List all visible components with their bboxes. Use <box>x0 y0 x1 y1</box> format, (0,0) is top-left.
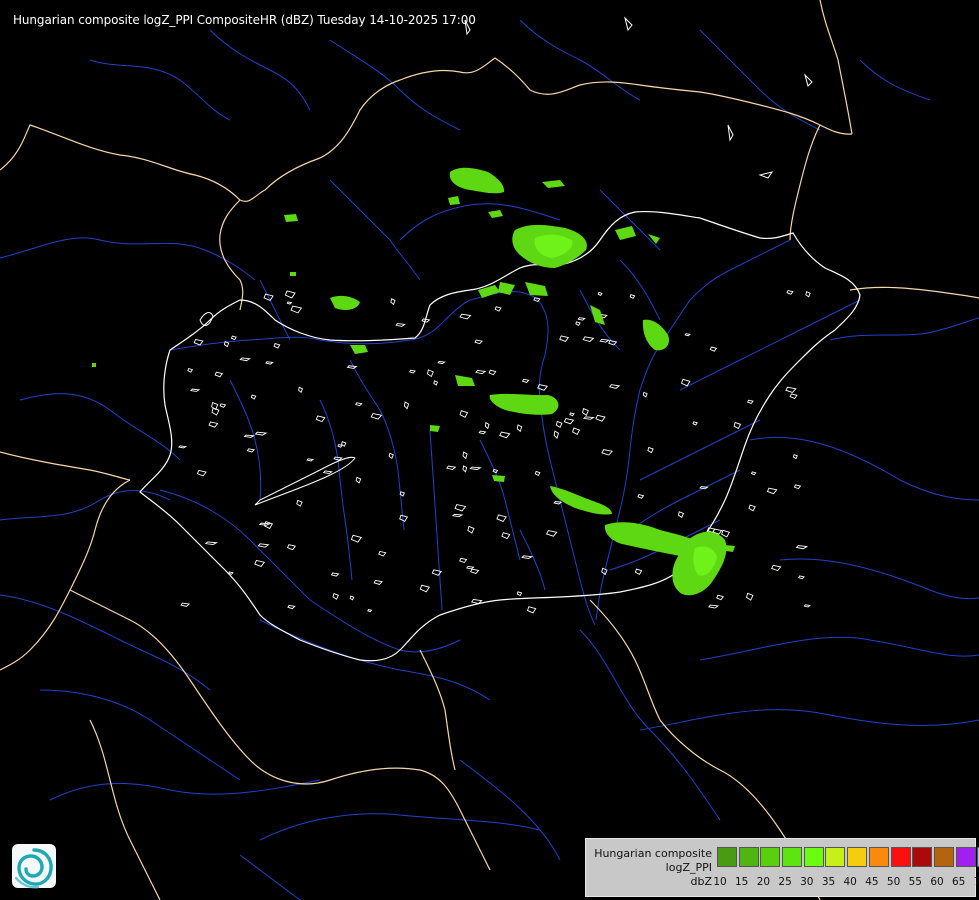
legend-color-scale <box>717 847 979 867</box>
legend-line-product: Hungarian composite <box>594 847 712 860</box>
legend-tick-label: 20 <box>756 876 771 888</box>
legend-tick-label: 60 <box>930 876 944 888</box>
legend-tick-label: 55 <box>908 876 922 888</box>
legend-tick-label: 35 <box>821 876 836 888</box>
legend-swatch <box>738 847 759 867</box>
echo-cell <box>92 363 96 367</box>
legend-tick-label: 65 <box>952 876 966 888</box>
echo-cell <box>284 214 298 222</box>
legend-swatch <box>912 847 933 867</box>
legend-tick-label: 25 <box>778 876 792 888</box>
legend-tick-label: 50 <box>886 876 901 888</box>
legend-line-field: logZ_PPI <box>665 861 712 874</box>
radar-map[interactable] <box>0 0 979 900</box>
legend-swatch <box>890 847 911 867</box>
echo-cell <box>290 272 296 276</box>
map-title: Hungarian composite logZ_PPI CompositeHR… <box>13 13 476 27</box>
legend-tick-label: 45 <box>865 876 879 888</box>
legend-line-unit: dbZ <box>690 875 712 888</box>
legend-swatch <box>955 847 976 867</box>
omsz-logo-icon <box>12 844 56 889</box>
legend-tick-label: 10 <box>713 876 727 888</box>
legend-swatch <box>782 847 803 867</box>
legend-swatch <box>847 847 868 867</box>
legend-swatch <box>825 847 846 867</box>
legend-tick-label: 70 <box>973 876 979 888</box>
legend-swatch <box>868 847 889 867</box>
legend-text: Hungarian composite logZ_PPI dbZ <box>590 847 712 889</box>
legend-swatch <box>933 847 954 867</box>
legend-panel: Hungarian composite logZ_PPI dbZ 10 15 20 2… <box>585 838 979 897</box>
map-background <box>0 0 979 900</box>
legend-swatch <box>760 847 781 867</box>
legend-tick-label: 15 <box>735 876 749 888</box>
legend-tick-label: 30 <box>800 876 814 888</box>
legend-tick-label: 40 <box>843 876 857 888</box>
legend-swatch <box>803 847 824 867</box>
legend-swatch <box>717 847 737 867</box>
